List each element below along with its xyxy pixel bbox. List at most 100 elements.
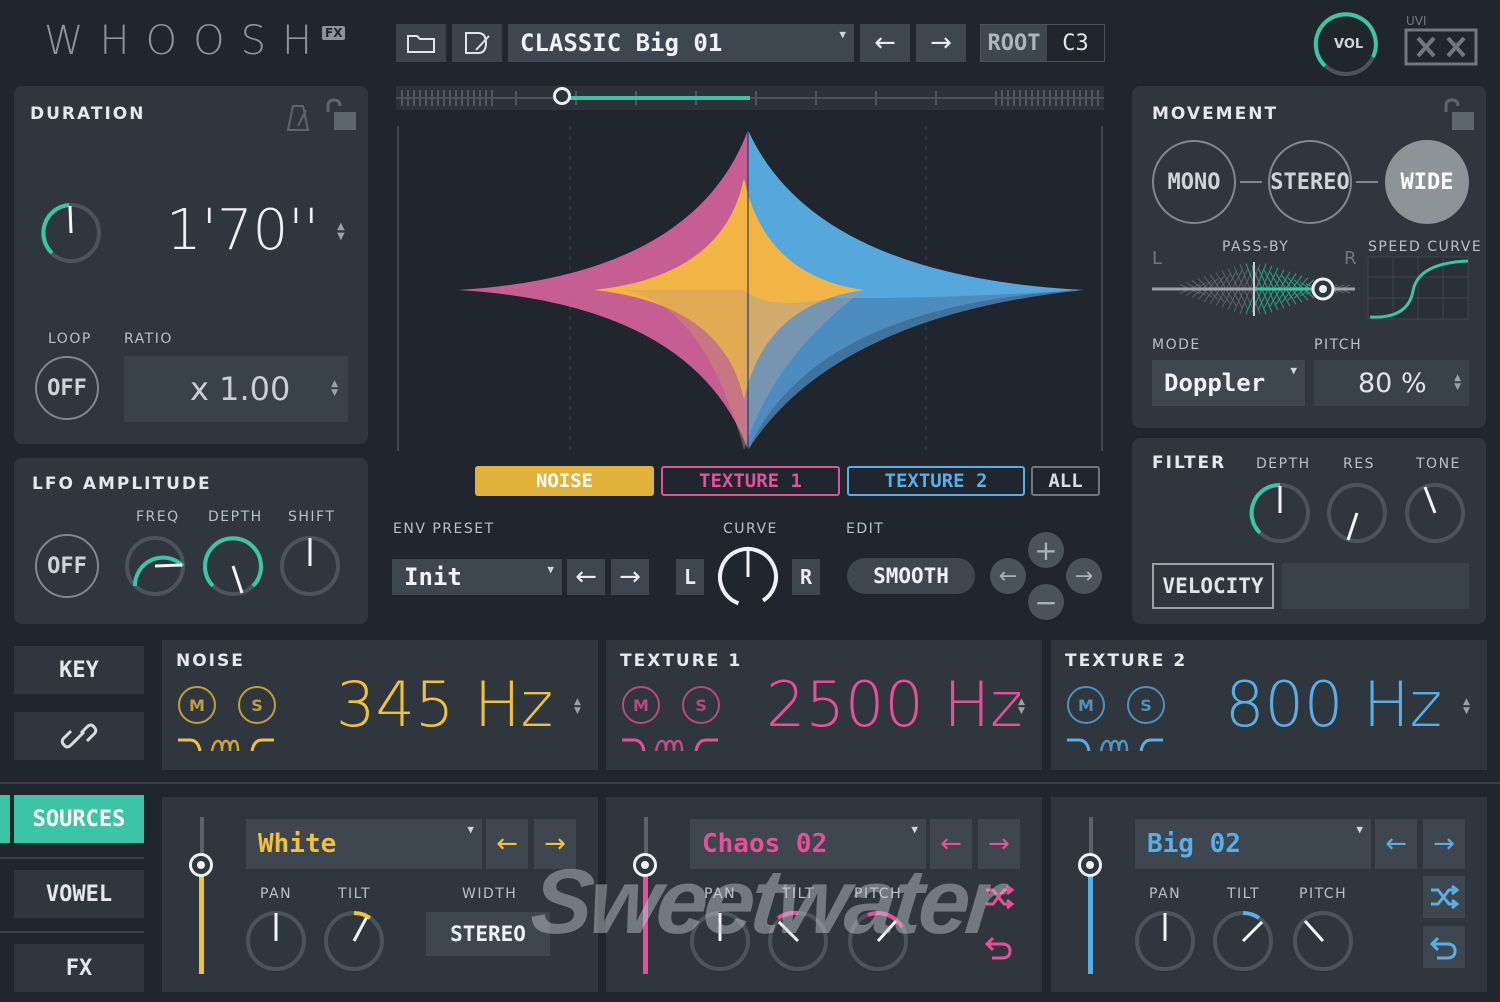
lfo-freq-label: FREQ xyxy=(136,509,180,525)
tab-noise[interactable]: NOISE xyxy=(475,466,654,496)
envelope-display[interactable] xyxy=(394,116,1106,456)
layer-panel-title: NOISE xyxy=(176,651,245,671)
ratio-stepper-icon[interactable]: ▲ ▼ xyxy=(331,380,338,398)
curve-knob[interactable] xyxy=(716,545,780,609)
duration-knob[interactable] xyxy=(36,198,106,268)
source-tilt-knob[interactable] xyxy=(1211,909,1275,973)
nudge-right-button[interactable]: → xyxy=(1066,558,1102,594)
arrow-right-icon: → xyxy=(930,28,952,58)
sources-tab[interactable]: SOURCES xyxy=(14,795,144,843)
vowel-tab[interactable]: VOWEL xyxy=(14,870,144,918)
preset-prev-button[interactable]: ← xyxy=(860,24,910,62)
arrow-right-icon: → xyxy=(1433,829,1455,859)
tab-texture1[interactable]: TEXTURE 1 xyxy=(661,466,840,496)
velocity-amount-field[interactable] xyxy=(1282,563,1469,609)
source-dropdown[interactable]: White ▼ xyxy=(246,819,482,869)
speed-curve-graph[interactable] xyxy=(1367,256,1469,321)
source-level-handle[interactable] xyxy=(189,853,213,877)
filter-shape-icons[interactable] xyxy=(176,737,276,753)
env-preset-value: Init xyxy=(404,563,462,591)
passby-slider[interactable] xyxy=(1150,258,1360,318)
timeline-scrubber[interactable] xyxy=(396,86,1104,110)
filter-shape-icons[interactable] xyxy=(1065,737,1165,753)
pitch-field[interactable]: 80 % ▲ ▼ xyxy=(1314,360,1469,406)
edit-smooth-button[interactable]: SMOOTH xyxy=(847,558,975,594)
source-dropdown[interactable]: Big 02 ▼ xyxy=(1135,819,1371,869)
duration-stepper-icon[interactable]: ▲ ▼ xyxy=(337,222,345,242)
unlock-icon[interactable] xyxy=(322,98,358,132)
lfo-toggle[interactable]: OFF xyxy=(35,534,99,598)
curve-right-button[interactable]: R xyxy=(792,559,820,595)
mono-button[interactable]: MONO xyxy=(1152,140,1236,224)
minus-icon: − xyxy=(1034,585,1058,619)
timeline-handle[interactable] xyxy=(553,87,571,105)
key-button[interactable]: KEY xyxy=(14,646,144,694)
nudge-up-button[interactable]: + xyxy=(1028,532,1064,568)
pitch-stepper-icon[interactable]: ▲ ▼ xyxy=(1454,374,1461,392)
root-selector[interactable]: ROOT C3 xyxy=(980,24,1105,62)
unlock-icon[interactable] xyxy=(1440,98,1476,132)
watermark: Sweetwater xyxy=(526,851,1004,953)
source-pan-knob[interactable] xyxy=(1133,909,1197,973)
source-pitch-knob[interactable] xyxy=(1291,909,1355,973)
preset-next-button[interactable]: → xyxy=(916,24,966,62)
metronome-icon[interactable] xyxy=(286,104,310,132)
loop-value: OFF xyxy=(47,375,87,401)
loop-label: LOOP xyxy=(48,331,92,347)
mode-value: Doppler xyxy=(1164,369,1266,397)
lfo-depth-label: DEPTH xyxy=(208,509,263,525)
duration-value[interactable]: 1'70'' xyxy=(166,198,319,263)
undo-button[interactable] xyxy=(1423,926,1465,968)
source-level-handle[interactable] xyxy=(1078,853,1102,877)
wide-button[interactable]: WIDE xyxy=(1385,140,1469,224)
frequency-stepper-icon[interactable]: ▲ ▼ xyxy=(574,698,581,716)
filter-title: FILTER xyxy=(1152,453,1227,473)
layer-frequency[interactable]: 800 Hz xyxy=(1225,668,1442,741)
filter-depth-knob[interactable] xyxy=(1248,481,1312,545)
filter-shape-icons[interactable] xyxy=(620,737,720,753)
volume-label: VOL xyxy=(1334,37,1364,52)
layer-frequency[interactable]: 2500 Hz xyxy=(766,668,1023,741)
mode-dropdown[interactable]: Doppler ▼ xyxy=(1152,360,1305,406)
frequency-stepper-icon[interactable]: ▲ ▼ xyxy=(1463,698,1470,716)
source-prev-button[interactable]: ← xyxy=(1375,819,1417,869)
velocity-button[interactable]: VELOCITY xyxy=(1152,563,1274,609)
filter-res-knob[interactable] xyxy=(1325,481,1389,545)
source-prev-button[interactable]: ← xyxy=(486,819,528,869)
filter-tone-knob[interactable] xyxy=(1403,481,1467,545)
mute-button[interactable]: M xyxy=(1067,686,1105,724)
mute-button[interactable]: M xyxy=(622,686,660,724)
source-pan-knob[interactable] xyxy=(244,909,308,973)
solo-button[interactable]: S xyxy=(238,686,276,724)
folder-button[interactable] xyxy=(396,24,446,62)
link-button[interactable] xyxy=(14,712,144,760)
loop-toggle[interactable]: OFF xyxy=(35,356,99,420)
env-prev-button[interactable]: ← xyxy=(567,559,605,595)
preset-name: CLASSIC Big 01 xyxy=(520,29,723,57)
solo-button[interactable]: S xyxy=(1127,686,1165,724)
env-preset-dropdown[interactable]: Init ▼ xyxy=(392,559,562,595)
tab-all[interactable]: ALL xyxy=(1031,466,1100,496)
solo-button[interactable]: S xyxy=(682,686,720,724)
stereo-button[interactable]: STEREO xyxy=(1268,140,1352,224)
save-preset-button[interactable] xyxy=(452,24,502,62)
layer-panel-title: TEXTURE 2 xyxy=(1065,651,1188,671)
frequency-stepper-icon[interactable]: ▲ ▼ xyxy=(1018,698,1025,716)
nudge-down-button[interactable]: − xyxy=(1028,584,1064,620)
shuffle-button[interactable] xyxy=(1423,876,1465,918)
mute-button[interactable]: M xyxy=(178,686,216,724)
layer-frequency[interactable]: 345 Hz xyxy=(336,668,553,741)
lfo-shift-knob[interactable] xyxy=(278,534,342,598)
source-tilt-knob[interactable] xyxy=(322,909,386,973)
nudge-left-button[interactable]: ← xyxy=(990,558,1026,594)
source-next-button[interactable]: → xyxy=(1423,819,1465,869)
ratio-field[interactable]: x 1.00 ▲ ▼ xyxy=(124,356,348,422)
fx-tab[interactable]: FX xyxy=(14,944,144,992)
lfo-freq-knob[interactable] xyxy=(123,534,187,598)
tab-texture2[interactable]: TEXTURE 2 xyxy=(847,466,1025,496)
env-next-button[interactable]: → xyxy=(611,559,649,595)
curve-left-button[interactable]: L xyxy=(676,559,704,595)
preset-dropdown[interactable]: CLASSIC Big 01 ▼ xyxy=(508,24,854,62)
lfo-depth-knob[interactable] xyxy=(201,534,265,598)
chevron-down-icon: ▼ xyxy=(1356,823,1363,836)
